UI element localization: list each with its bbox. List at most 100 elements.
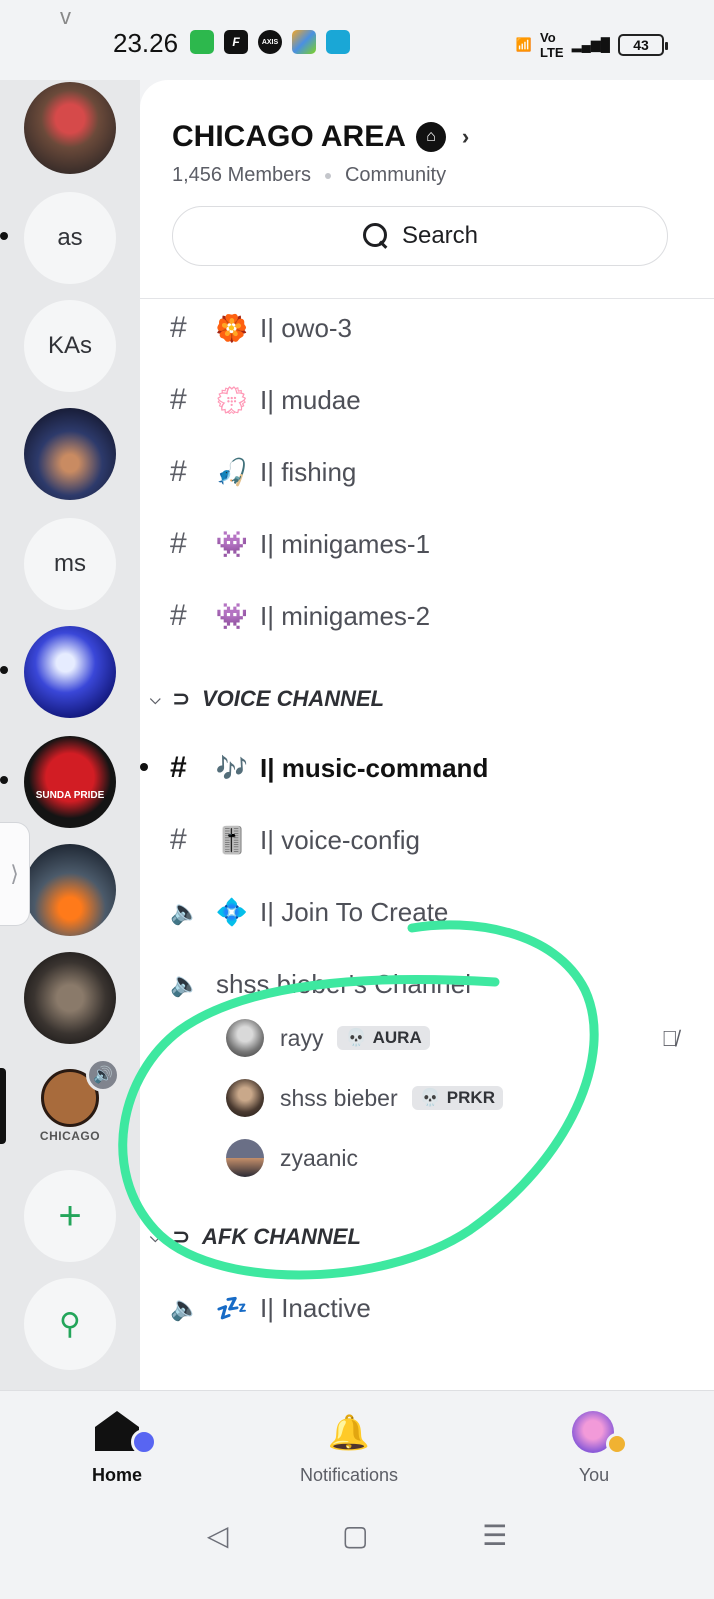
channel-emoji: 🎶: [215, 752, 249, 783]
channel-voice-config[interactable]: # 🎚️ I| voice-config: [170, 820, 420, 860]
channel-name: I| minigames-2: [260, 600, 431, 631]
bell-icon: 🔔: [327, 1414, 371, 1452]
chevron-down-icon: ⌵: [150, 1228, 161, 1245]
server-icon-anime[interactable]: [24, 626, 116, 718]
community-badge-icon: ⌂: [415, 122, 446, 152]
member-name: rayy: [280, 1024, 324, 1051]
status-app-icons: F AXIS: [190, 30, 350, 54]
status-bar: v 23.26 F AXIS 📶 Vo LTE ▂▄▆█ 43: [0, 0, 714, 80]
chevron-down-icon: v: [60, 4, 71, 29]
chevron-right-icon: ›: [461, 124, 470, 149]
selected-server-indicator: [0, 1068, 6, 1144]
channel-emoji: 💤: [215, 1292, 249, 1323]
category-label: AFK CHANNEL: [202, 1224, 361, 1249]
channel-emoji: 🏵️: [215, 312, 249, 343]
add-server-button[interactable]: +: [24, 1170, 116, 1262]
server-icon-sunda-pride[interactable]: SUNDA PRIDE: [24, 736, 116, 828]
category-label: VOICE CHANNEL: [202, 686, 385, 711]
search-button[interactable]: Search: [172, 206, 668, 266]
channel-name: I| Join To Create: [260, 896, 449, 927]
speaker-icon: 🔊: [86, 1058, 120, 1092]
server-type: Community: [344, 164, 447, 186]
hash-icon: #: [170, 527, 187, 560]
tag-label: PRKR: [446, 1088, 495, 1107]
channel-emoji: 👾: [215, 600, 249, 631]
status-dot: [131, 1429, 157, 1455]
drawer-handle[interactable]: ⟩: [0, 822, 30, 926]
voice-member-rayy[interactable]: rayy 💀 AURA: [226, 1018, 430, 1058]
chevron-down-icon: ⌵: [150, 690, 161, 707]
sunda-pride-logo-text: SUNDA PRIDE: [35, 789, 105, 801]
chicago-logo-text: CHICAGO: [39, 1129, 101, 1143]
server-icon-photo-2[interactable]: [24, 408, 116, 500]
server-icon-kas[interactable]: KAs: [24, 300, 116, 392]
category-voice-channel[interactable]: ⌵ ⊃ VOICE CHANNEL: [150, 682, 384, 716]
channel-mudae[interactable]: # 💮 I| mudae: [170, 380, 361, 420]
volte-icon: Vo LTE: [539, 30, 564, 60]
hash-icon: #: [170, 751, 187, 784]
channel-music-command[interactable]: # 🎶 I| music-command: [170, 748, 488, 788]
member-name: zyaanic: [280, 1144, 358, 1171]
search-label: Search: [401, 222, 479, 249]
member-name: shss bieber: [280, 1084, 398, 1111]
server-header[interactable]: CHICAGO AREA ⌂ ›: [172, 120, 469, 154]
tab-you[interactable]: You: [572, 1411, 628, 1486]
tag-label: AURA: [372, 1028, 422, 1047]
channel-emoji: 💮: [215, 384, 249, 415]
server-meta: 1,456 Members Community: [172, 164, 446, 187]
server-icon-photo-4[interactable]: [24, 952, 116, 1044]
status-time: 23.26: [113, 28, 179, 58]
channel-minigames-1[interactable]: # 👾 I| minigames-1: [170, 524, 430, 564]
hash-icon: #: [170, 311, 187, 344]
channel-owo-3[interactable]: # 🏵️ I| owo-3: [170, 308, 352, 348]
home-icon: [95, 1411, 157, 1455]
tab-home[interactable]: Home: [92, 1411, 157, 1486]
menu-icon[interactable]: ☰: [482, 1519, 507, 1552]
server-icon-as[interactable]: as: [24, 192, 116, 284]
home-square-icon[interactable]: ▢: [342, 1519, 368, 1552]
header-divider: [140, 298, 714, 299]
channel-fishing[interactable]: # 🎣 I| fishing: [170, 452, 356, 492]
channel-name: I| voice-config: [260, 824, 420, 855]
server-icon-ms[interactable]: ms: [24, 518, 116, 610]
skull-icon: 💀: [345, 1028, 367, 1047]
channel-shss-biebers-channel[interactable]: 🔈 shss bieber's Channel: [170, 964, 471, 1004]
channel-name: I| fishing: [260, 456, 357, 487]
channel-name: I| owo-3: [260, 312, 353, 343]
back-icon[interactable]: ◁: [207, 1519, 229, 1552]
idle-status-icon: [606, 1433, 628, 1455]
skull-icon: 💀: [419, 1088, 441, 1107]
server-rail: as KAs ms SUNDA PRIDE CHICAGO + ⚲: [0, 80, 140, 1390]
voice-member-shss-bieber[interactable]: shss bieber 💀 PRKR: [226, 1078, 503, 1118]
channel-panel: CHICAGO AREA ⌂ › 1,456 Members Community…: [140, 80, 714, 1390]
tab-label: Home: [92, 1465, 143, 1485]
channel-minigames-2[interactable]: # 👾 I| minigames-2: [170, 596, 430, 636]
search-icon: [362, 222, 390, 250]
channel-name: I| music-command: [260, 752, 489, 783]
channel-name: I| Inactive: [260, 1292, 371, 1323]
channel-name: I| minigames-1: [260, 528, 431, 559]
avatar: [226, 1139, 264, 1177]
channel-emoji: 🎣: [215, 456, 249, 487]
server-icon-photo-3[interactable]: [24, 844, 116, 936]
channel-inactive[interactable]: 🔈 💤 I| Inactive: [170, 1288, 371, 1328]
channel-emoji: 🎚️: [215, 824, 249, 855]
speaker-icon: 🔈: [170, 970, 200, 998]
hook-icon: ⊃: [172, 1224, 191, 1249]
avatar: [226, 1079, 264, 1117]
hash-icon: #: [170, 455, 187, 488]
channel-name: shss bieber's Channel: [216, 968, 471, 999]
you-avatar-icon: [572, 1411, 628, 1455]
discover-hub-button[interactable]: ⚲: [24, 1278, 116, 1370]
channel-join-to-create[interactable]: 🔈 💠 I| Join To Create: [170, 892, 448, 932]
axis-app-icon: AXIS: [258, 30, 282, 54]
avatar: [226, 1019, 264, 1057]
unread-indicator: [0, 232, 8, 240]
category-afk-channel[interactable]: ⌵ ⊃ AFK CHANNEL: [150, 1220, 361, 1254]
battery-icon: 43: [618, 34, 668, 56]
f-app-icon: F: [224, 30, 248, 54]
server-icon-photo-1[interactable]: [24, 82, 116, 174]
tab-notifications[interactable]: 🔔 Notifications: [300, 1411, 398, 1486]
channel-emoji: 👾: [215, 528, 249, 559]
voice-member-zyaanic[interactable]: zyaanic: [226, 1138, 358, 1178]
